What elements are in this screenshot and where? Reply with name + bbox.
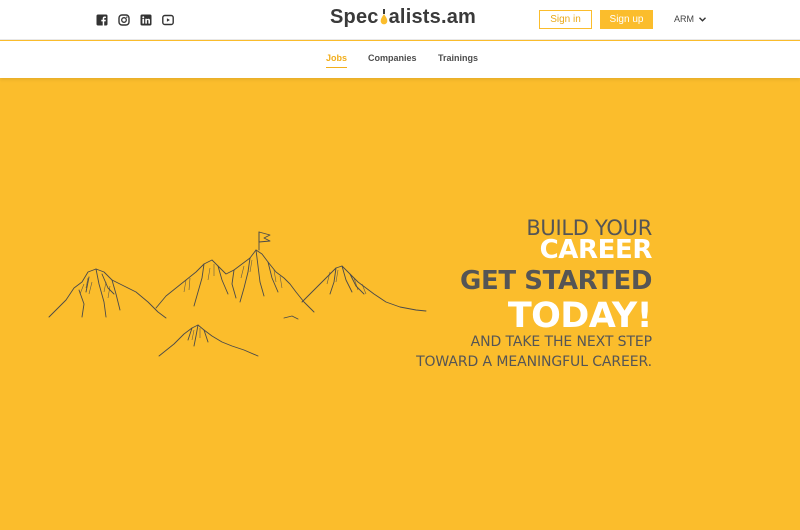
hero-line-today: TODAY!: [507, 296, 653, 336]
linkedin-icon[interactable]: [140, 14, 152, 26]
sign-up-button[interactable]: Sign up: [600, 10, 653, 29]
top-header: Spec alists.am Sign in Sign up ARM: [0, 0, 800, 40]
hero-line-next-step: AND TAKE THE NEXT STEP: [470, 334, 652, 350]
hero-line-career: CAREER: [539, 235, 653, 265]
instagram-icon[interactable]: [118, 14, 130, 26]
hero-line-meaningful-career: TOWARD A MEANINGFUL CAREER.: [416, 354, 652, 370]
logo-text-end: alists.am: [388, 6, 477, 28]
sign-in-button[interactable]: Sign in: [539, 10, 592, 29]
facebook-icon[interactable]: [96, 14, 108, 26]
language-label: ARM: [674, 14, 694, 24]
nav-item-jobs[interactable]: Jobs: [326, 53, 348, 68]
youtube-icon[interactable]: [162, 14, 174, 26]
chevron-down-icon: [699, 16, 706, 22]
nav-item-companies[interactable]: Companies: [368, 53, 417, 63]
hero-line-get-started: GET STARTED: [460, 266, 652, 296]
site-logo[interactable]: Spec alists.am: [330, 6, 476, 29]
social-links: [96, 14, 174, 26]
language-selector[interactable]: ARM: [674, 14, 706, 24]
logo-text-start: Spec: [330, 6, 379, 28]
nav-item-trainings[interactable]: Trainings: [438, 53, 478, 63]
mountains-illustration: [48, 231, 427, 357]
main-nav: Jobs Companies Trainings: [0, 41, 800, 78]
logo-drop-icon: [380, 8, 388, 25]
